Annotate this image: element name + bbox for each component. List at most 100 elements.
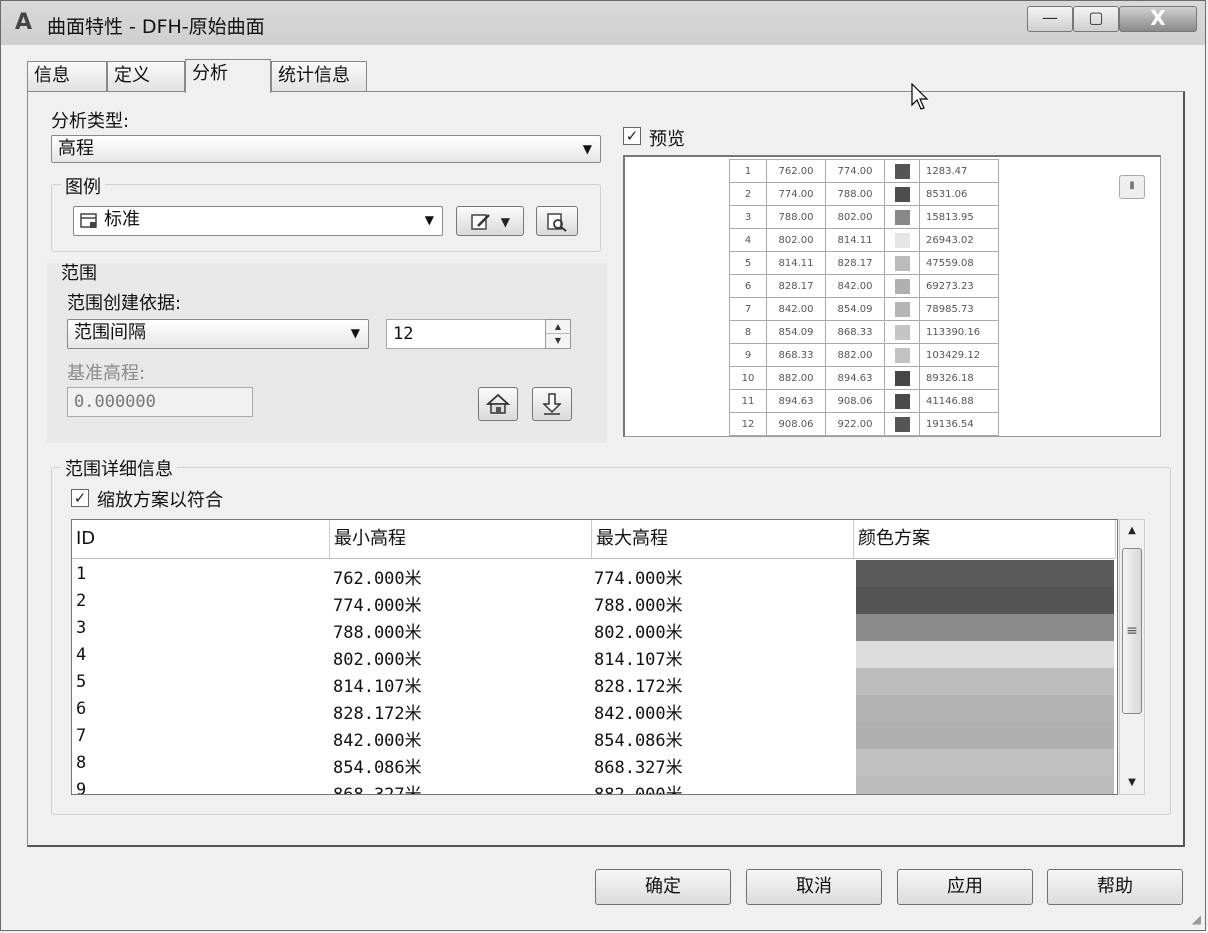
preview-cell-area: 1283.47 bbox=[919, 159, 999, 183]
scroll-thumb[interactable]: ≡ bbox=[1122, 548, 1142, 714]
apply-button[interactable]: 应用 bbox=[897, 869, 1033, 905]
table-header: ID 最小高程 最大高程 颜色方案 bbox=[72, 520, 1116, 559]
preview-cell-max: 802.00 bbox=[825, 205, 885, 229]
legend-style-dropdown[interactable]: 标准 ▼ bbox=[73, 206, 443, 236]
cell-max-elevation: 842.000米 bbox=[594, 704, 683, 724]
preview-cell-color bbox=[884, 366, 920, 390]
spin-up-icon[interactable]: ▲ bbox=[546, 320, 570, 334]
preview-color-swatch bbox=[894, 347, 910, 363]
help-button[interactable]: 帮助 bbox=[1047, 869, 1183, 905]
table-row[interactable]: 5 814.107米 828.172米 bbox=[72, 668, 1115, 697]
analysis-type-dropdown[interactable]: 高程 ▼ bbox=[51, 135, 601, 163]
details-scrollbar[interactable]: ▲ ≡ ▼ bbox=[1119, 519, 1145, 795]
preview-table-row: 6 828.17 842.00 69273.23 bbox=[729, 274, 999, 298]
range-count-input[interactable]: 12 bbox=[386, 319, 546, 349]
close-button[interactable]: X bbox=[1119, 6, 1197, 32]
tab-info[interactable]: 信息 bbox=[27, 61, 107, 91]
scroll-up-icon[interactable]: ▲ bbox=[1120, 520, 1144, 542]
edit-legend-style-button[interactable]: ▼ bbox=[456, 206, 524, 236]
cell-max-elevation: 802.000米 bbox=[594, 623, 683, 643]
set-base-elevation-button[interactable] bbox=[532, 387, 572, 421]
color-scheme-swatch[interactable] bbox=[856, 695, 1114, 722]
preview-cell-max: 868.33 bbox=[825, 320, 885, 344]
title-bar[interactable]: A 曲面特性 - DFH-原始曲面 — ▢ X bbox=[1, 1, 1205, 45]
preview-cell-max: 894.63 bbox=[825, 366, 885, 390]
cell-id: 6 bbox=[76, 699, 87, 719]
table-row[interactable]: 2 774.000米 788.000米 bbox=[72, 587, 1115, 616]
preview-cell-id: 5 bbox=[729, 251, 767, 275]
scroll-down-icon[interactable]: ▼ bbox=[1120, 772, 1144, 794]
preview-cell-area: 26943.02 bbox=[919, 228, 999, 252]
mouse-cursor-icon bbox=[911, 83, 929, 110]
preview-legend-table: 1 762.00 774.00 1283.47 2 774.00 788.00 8531.06… bbox=[729, 159, 999, 436]
column-header-id[interactable]: ID bbox=[72, 520, 330, 558]
tab-statistics[interactable]: 统计信息 bbox=[271, 61, 367, 91]
table-row[interactable]: 6 828.172米 842.000米 bbox=[72, 695, 1115, 724]
column-header-color-scheme[interactable]: 颜色方案 bbox=[854, 520, 1116, 558]
cell-min-elevation: 854.086米 bbox=[333, 758, 422, 778]
arrow-down-icon bbox=[542, 393, 562, 415]
preview-checkbox[interactable]: ✓ bbox=[623, 127, 641, 145]
table-row[interactable]: 8 854.086米 868.327米 bbox=[72, 749, 1115, 778]
preview-cell-color bbox=[884, 320, 920, 344]
table-row[interactable]: 9 868.327米 882.000米 bbox=[72, 776, 1115, 795]
preview-cell-color bbox=[884, 251, 920, 275]
scale-scheme-label: 缩放方案以符合 bbox=[97, 490, 223, 511]
cell-max-elevation: 828.172米 bbox=[594, 677, 683, 697]
chevron-down-icon: ▼ bbox=[424, 213, 434, 227]
tab-definition[interactable]: 定义 bbox=[107, 61, 185, 91]
preview-label: 预览 bbox=[649, 129, 685, 150]
preview-cell-color bbox=[884, 205, 920, 229]
color-scheme-swatch[interactable] bbox=[856, 641, 1114, 668]
color-scheme-swatch[interactable] bbox=[856, 722, 1114, 749]
range-count-spinner[interactable]: ▲ ▼ bbox=[545, 319, 571, 349]
ok-button[interactable]: 确定 bbox=[595, 869, 731, 905]
minimize-button[interactable]: — bbox=[1027, 6, 1073, 32]
cell-max-elevation: 774.000米 bbox=[594, 569, 683, 589]
table-row[interactable]: 1 762.000米 774.000米 bbox=[72, 560, 1115, 589]
cell-id: 8 bbox=[76, 753, 87, 773]
preview-cell-min: 908.06 bbox=[766, 412, 826, 436]
cancel-button[interactable]: 取消 bbox=[746, 869, 882, 905]
preview-cell-min: 814.11 bbox=[766, 251, 826, 275]
surface-properties-dialog: A 曲面特性 - DFH-原始曲面 — ▢ X 信息 定义 分析 统计信息 分析… bbox=[0, 0, 1206, 931]
preview-cell-id: 9 bbox=[729, 343, 767, 367]
color-scheme-swatch[interactable] bbox=[856, 776, 1114, 794]
legend-preview-pane: 1 762.00 774.00 1283.47 2 774.00 788.00 8531.06… bbox=[623, 155, 1161, 437]
preview-table-row: 3 788.00 802.00 15813.95 bbox=[729, 205, 999, 229]
preview-cell-id: 3 bbox=[729, 205, 767, 229]
cell-id: 9 bbox=[76, 780, 87, 795]
preview-legend-style-button[interactable] bbox=[536, 206, 578, 236]
range-basis-dropdown[interactable]: 范围间隔 ▼ bbox=[67, 319, 369, 349]
color-scheme-swatch[interactable] bbox=[856, 668, 1114, 695]
preview-color-swatch bbox=[894, 393, 910, 409]
preview-cell-color bbox=[884, 228, 920, 252]
preview-color-swatch bbox=[894, 209, 910, 225]
resize-grip-icon[interactable]: ◢ bbox=[1192, 912, 1201, 926]
color-scheme-swatch[interactable] bbox=[856, 560, 1114, 587]
color-scheme-swatch[interactable] bbox=[856, 614, 1114, 641]
preview-cell-min: 788.00 bbox=[766, 205, 826, 229]
maximize-button[interactable]: ▢ bbox=[1073, 6, 1119, 32]
tab-analysis[interactable]: 分析 bbox=[185, 59, 271, 93]
table-row[interactable]: 4 802.000米 814.107米 bbox=[72, 641, 1115, 670]
preview-cell-color bbox=[884, 389, 920, 413]
preview-cell-min: 762.00 bbox=[766, 159, 826, 183]
column-header-min-elevation[interactable]: 最小高程 bbox=[330, 520, 592, 558]
range-group-label: 范围 bbox=[61, 263, 97, 284]
color-scheme-swatch[interactable] bbox=[856, 587, 1114, 614]
pick-from-drawing-button[interactable] bbox=[478, 387, 518, 421]
preview-table-row: 1 762.00 774.00 1283.47 bbox=[729, 159, 999, 183]
cell-min-elevation: 814.107米 bbox=[333, 677, 422, 697]
range-details-table: ID 最小高程 最大高程 颜色方案 1 762.000米 774.000米 2 774.… bbox=[71, 519, 1118, 795]
preview-table-row: 8 854.09 868.33 113390.16 bbox=[729, 320, 999, 344]
preview-table-row: 12 908.06 922.00 19136.54 bbox=[729, 412, 999, 436]
color-scheme-swatch[interactable] bbox=[856, 749, 1114, 776]
table-row[interactable]: 3 788.000米 802.000米 bbox=[72, 614, 1115, 643]
preview-cell-min: 842.00 bbox=[766, 297, 826, 321]
spin-down-icon[interactable]: ▼ bbox=[546, 334, 570, 347]
cell-id: 5 bbox=[76, 672, 87, 692]
table-row[interactable]: 7 842.000米 854.086米 bbox=[72, 722, 1115, 751]
scale-scheme-checkbox[interactable]: ✓ bbox=[71, 489, 89, 507]
column-header-max-elevation[interactable]: 最大高程 bbox=[592, 520, 854, 558]
